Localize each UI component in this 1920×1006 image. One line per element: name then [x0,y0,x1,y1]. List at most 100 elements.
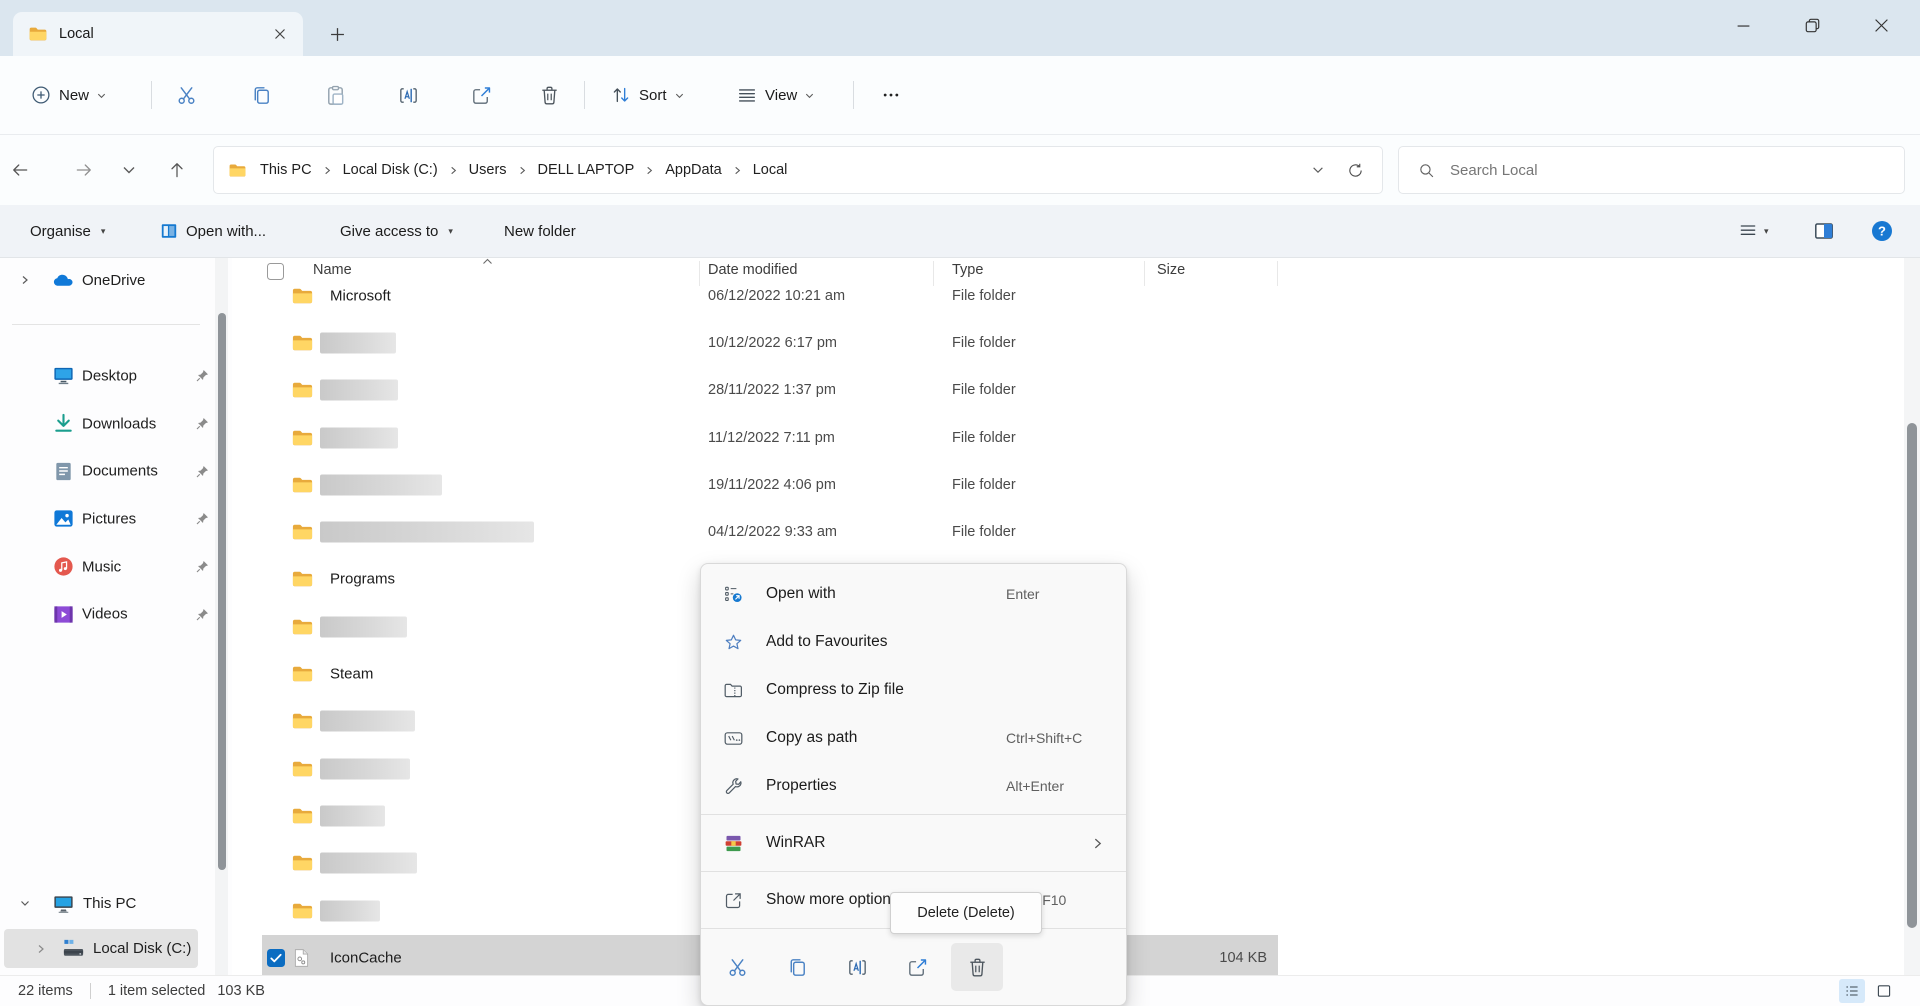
file-row[interactable]: 11/12/2022 7:11 pmFile folder [0,414,1920,461]
menu-item-winrar[interactable]: WinRAR [701,819,1126,867]
breadcrumb-chevron-icon[interactable] [447,165,460,176]
search-icon [1418,162,1435,179]
breadcrumb-item[interactable]: Local Disk (C:) [334,162,447,178]
file-row[interactable]: 28/11/2022 1:37 pmFile folder [0,367,1920,414]
toolbar-separator [584,81,585,109]
file-name: Programs [330,571,395,588]
window-controls [1709,0,1916,50]
share-icon [470,84,493,107]
preview-pane-button[interactable] [1814,215,1834,247]
menu-item-add-to-favourites[interactable]: Add to Favourites [701,618,1126,666]
quick-action-copy-button[interactable] [771,943,823,991]
file-date-modified: 28/11/2022 1:37 pm [708,382,836,398]
minimize-button[interactable] [1709,0,1778,50]
row-checkbox[interactable] [267,949,285,967]
delete-tooltip: Delete (Delete) [890,892,1042,934]
cut-button[interactable] [164,73,208,117]
quick-action-delete-button[interactable] [951,943,1003,991]
column-separator[interactable] [699,261,700,286]
status-divider [90,983,91,999]
new-folder-button[interactable]: New folder [504,205,576,257]
breadcrumb-chevron-icon[interactable] [731,165,744,176]
chevron-down-icon [804,90,815,101]
tab-close-icon[interactable] [267,21,293,47]
quick-action-share-button[interactable] [891,943,943,991]
menu-item-properties[interactable]: PropertiesAlt+Enter [701,762,1126,810]
column-separator[interactable] [1277,261,1278,286]
delete-button[interactable] [527,73,571,117]
breadcrumb-item[interactable]: Users [460,162,516,178]
details-view-toggle[interactable] [1839,979,1865,1003]
toolbar: New Sort View [0,56,1920,135]
rename-icon [397,84,420,107]
share-button[interactable] [459,73,503,117]
new-tab-button[interactable] [322,19,352,49]
copy-button[interactable] [239,73,283,117]
folder-icon [291,426,314,449]
address-dropdown-icon[interactable] [1311,163,1325,177]
select-all-checkbox[interactable] [267,263,284,280]
search-input[interactable] [1450,162,1830,179]
new-button[interactable]: New [30,56,107,134]
selection-size: 103 KB [217,983,265,999]
column-header-date[interactable]: Date modified [708,262,797,278]
menu-item-open-with[interactable]: Open withEnter [701,570,1126,618]
explorer-tab[interactable]: Local [13,12,303,56]
breadcrumb-item[interactable]: This PC [251,162,321,178]
open-with-label: Open with... [186,223,266,240]
breadcrumb-item[interactable]: Local [744,162,797,178]
close-button[interactable] [1847,0,1916,50]
more-options-button[interactable] [869,73,913,117]
paste-button[interactable] [313,73,357,117]
breadcrumb-chevron-icon[interactable] [321,165,334,176]
breadcrumb-chevron-icon[interactable] [643,165,656,176]
file-date-modified: 10/12/2022 6:17 pm [708,335,837,351]
breadcrumb-item[interactable]: DELL LAPTOP [529,162,644,178]
redacted-file-name [320,616,407,637]
sort-ascending-icon [481,257,494,266]
zip-folder-icon [723,680,744,701]
quick-action-cut-button[interactable] [711,943,763,991]
forward-button[interactable] [66,152,102,188]
sort-button[interactable]: Sort [610,56,685,134]
up-button[interactable] [159,152,195,188]
quick-action-rename-button[interactable] [831,943,883,991]
column-header-size[interactable]: Size [1157,262,1185,278]
file-list-scrollbar-thumb[interactable] [1907,423,1917,928]
open-with-button[interactable]: Open with... [160,205,266,257]
menu-item-compress-to-zip-file[interactable]: Compress to Zip file [701,666,1126,714]
menu-shortcut: Enter [1006,586,1039,602]
breadcrumb-chevron-icon[interactable] [516,165,529,176]
organise-button[interactable]: Organise▾ [30,205,105,257]
restore-button[interactable] [1778,0,1847,50]
give-access-label: Give access to [340,223,438,240]
refresh-icon[interactable] [1347,162,1364,179]
search-box[interactable] [1398,146,1905,194]
recent-locations-button[interactable] [111,152,147,188]
redacted-file-name [320,711,415,732]
folder-icon [291,615,314,638]
file-row[interactable]: 10/12/2022 6:17 pmFile folder [0,319,1920,366]
file-row[interactable]: 19/11/2022 4:06 pmFile folder [0,461,1920,508]
file-list-scrollbar[interactable] [1904,258,1920,975]
folder-icon [291,568,314,591]
copy-icon [250,84,273,107]
rename-button[interactable] [386,73,430,117]
breadcrumb-item[interactable]: AppData [656,162,730,178]
help-button[interactable]: ? [1870,215,1894,247]
new-folder-label: New folder [504,223,576,240]
back-button[interactable] [2,152,38,188]
column-header-name[interactable]: Name [313,262,352,278]
file-row[interactable]: 04/12/2022 9:33 amFile folder [0,508,1920,555]
large-icons-view-toggle[interactable] [1871,979,1897,1003]
address-bar[interactable]: This PC Local Disk (C:) Users DELL LAPTOP Ap… [213,146,1383,194]
give-access-button[interactable]: Give access to▾ [340,205,453,257]
column-separator[interactable] [933,261,934,286]
column-header-type[interactable]: Type [952,262,983,278]
view-button[interactable]: View [736,56,815,134]
menu-item-copy-as-path[interactable]: Copy as pathCtrl+Shift+C [701,714,1126,762]
layout-options-button[interactable]: ▾ [1738,215,1769,247]
file-type: File folder [952,477,1016,493]
show-more-icon [723,890,744,911]
column-separator[interactable] [1144,261,1145,286]
